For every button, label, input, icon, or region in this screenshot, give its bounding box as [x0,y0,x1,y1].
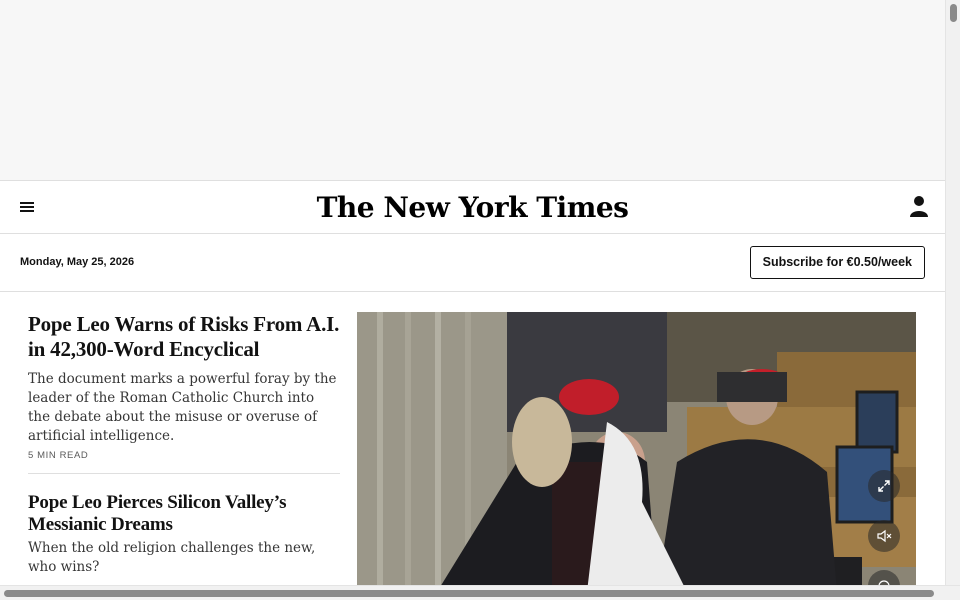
horizontal-scrollbar[interactable] [0,585,960,600]
lead-summary[interactable]: The document marks a powerful foray by t… [28,370,340,446]
lead-headline[interactable]: Pope Leo Warns of Risks From A.I. in 42,… [28,312,340,362]
user-account-icon [910,196,928,217]
account-button[interactable] [907,194,931,220]
nyt-logo[interactable]: The New York Times [0,189,945,227]
fullscreen-button[interactable] [868,470,900,502]
masthead: The New York Times [0,181,945,234]
page-viewport: The New York Times Monday, May 25, 2026 … [0,0,945,585]
horizontal-scrollbar-thumb[interactable] [4,590,934,597]
dateline-bar: Monday, May 25, 2026 Subscribe for €0.50… [0,234,945,292]
mute-icon [877,529,892,543]
mute-button[interactable] [868,520,900,552]
second-summary[interactable]: When the old religion challenges the new… [28,539,340,577]
subscribe-button[interactable]: Subscribe for €0.50/week [749,246,925,279]
lead-stories: Pope Leo Warns of Risks From A.I. in 42,… [28,312,340,577]
story-divider [28,473,340,474]
vertical-scrollbar[interactable] [945,0,960,585]
read-time: 5 MIN READ [28,450,89,461]
share-icon [878,580,890,585]
current-date: Monday, May 25, 2026 [20,256,135,268]
expand-icon [878,480,890,492]
vertical-scrollbar-thumb[interactable] [950,4,957,22]
video-frame-image [357,312,916,585]
second-headline[interactable]: Pope Leo Pierces Silicon Valley’s Messia… [28,492,340,536]
lead-video[interactable] [357,312,916,585]
ad-slot [0,0,945,181]
